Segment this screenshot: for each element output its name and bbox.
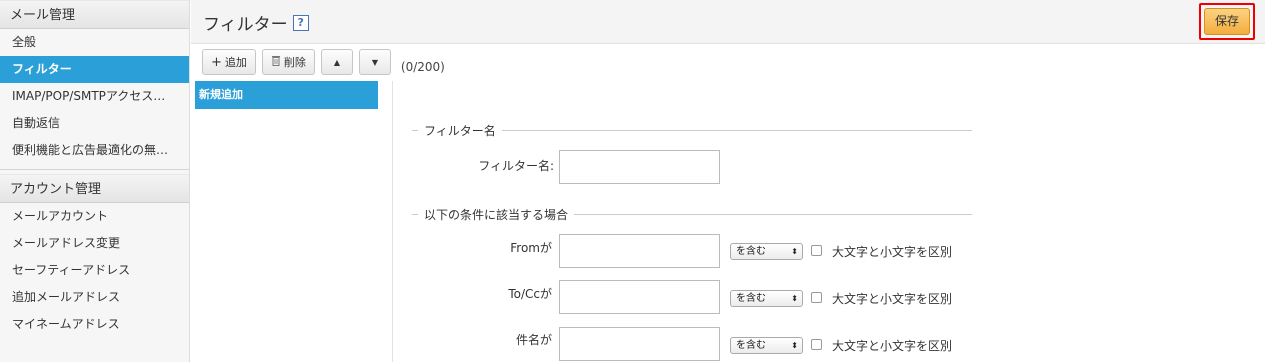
subject-input[interactable]	[559, 327, 720, 361]
triangle-up-icon: ▲	[333, 57, 340, 67]
to-cc-case-label: 大文字と小文字を区別	[832, 292, 953, 306]
page-title-wrap: フィルター ?	[203, 10, 309, 35]
filter-count: (0/200)	[400, 60, 445, 74]
delete-label: 削除	[283, 56, 306, 69]
from-case-checkbox[interactable]	[811, 245, 822, 256]
from-input[interactable]	[559, 234, 720, 268]
sidebar-header-mail: メール管理	[0, 0, 189, 29]
to-cc-input[interactable]	[559, 280, 720, 314]
sidebar-item-mail-account[interactable]: メールアカウント	[0, 203, 189, 230]
sidebar-item-autoreply[interactable]: 自動返信	[0, 110, 189, 137]
sidebar-header-account: アカウント管理	[0, 174, 189, 203]
sidebar-section-account: アカウント管理 メールアカウント メールアドレス変更 セーフティーアドレス 追加…	[0, 174, 189, 338]
save-button-highlight: 保存	[1199, 3, 1255, 40]
subject-label: 件名が	[515, 333, 552, 347]
operator-value: を含む	[736, 293, 766, 304]
from-case-label: 大文字と小文字を区別	[832, 245, 953, 259]
from-label: Fromが	[510, 241, 552, 255]
move-down-button[interactable]: ▼	[358, 49, 391, 75]
sidebar-item-myname-address[interactable]: マイネームアドレス	[0, 311, 189, 338]
from-operator-select[interactable]: を含む ⬍	[730, 243, 803, 260]
to-cc-operator-select[interactable]: を含む ⬍	[730, 290, 803, 307]
plus-icon: +	[211, 54, 222, 70]
add-filter-button[interactable]: + 追加	[202, 49, 256, 75]
filter-list: 新規追加	[195, 81, 378, 362]
triangle-down-icon: ▼	[371, 57, 378, 67]
section-filter-name: フィルター名	[412, 122, 972, 139]
section-title: 以下の条件に該当する場合	[424, 208, 569, 222]
to-cc-case-checkbox[interactable]	[811, 292, 822, 303]
filter-toolbar: + 追加 削除 ▲ ▼ (0/200)	[202, 47, 445, 77]
sidebar-item-address-change[interactable]: メールアドレス変更	[0, 230, 189, 257]
sidebar-item-general[interactable]: 全般	[0, 29, 189, 56]
section-conditions: 以下の条件に該当する場合	[412, 206, 972, 223]
subject-case-label: 大文字と小文字を区別	[832, 339, 953, 353]
section-title: フィルター名	[424, 124, 496, 138]
add-label: 追加	[224, 56, 247, 69]
delete-filter-button[interactable]: 削除	[261, 49, 315, 75]
sidebar-item-imap[interactable]: IMAP/POP/SMTPアクセス…	[0, 83, 189, 110]
page-header: フィルター ? 保存	[191, 0, 1265, 44]
select-arrows-icon: ⬍	[791, 294, 798, 303]
select-arrows-icon: ⬍	[791, 341, 798, 350]
sidebar-item-additional-address[interactable]: 追加メールアドレス	[0, 284, 189, 311]
page-title: フィルター	[203, 15, 288, 35]
operator-value: を含む	[736, 246, 766, 257]
filter-name-input[interactable]	[559, 150, 720, 184]
filter-name-label: フィルター名:	[478, 159, 554, 173]
sidebar-item-features[interactable]: 便利機能と広告最適化の無…	[0, 137, 189, 164]
trash-icon	[271, 55, 281, 69]
move-up-button[interactable]: ▲	[320, 49, 353, 75]
save-button[interactable]: 保存	[1204, 8, 1250, 35]
sidebar-section-mail: メール管理 全般 フィルター IMAP/POP/SMTPアクセス… 自動返信 便…	[0, 0, 189, 170]
help-icon[interactable]: ?	[292, 14, 309, 31]
operator-value: を含む	[736, 340, 766, 351]
subject-operator-select[interactable]: を含む ⬍	[730, 337, 803, 354]
sidebar-item-safety-address[interactable]: セーフティーアドレス	[0, 257, 189, 284]
sidebar-divider	[0, 164, 189, 170]
to-cc-label: To/Ccが	[508, 287, 552, 301]
panel-divider	[392, 81, 393, 362]
subject-case-checkbox[interactable]	[811, 339, 822, 350]
select-arrows-icon: ⬍	[791, 247, 798, 256]
sidebar-item-filter[interactable]: フィルター	[0, 56, 189, 83]
filter-list-item[interactable]: 新規追加	[195, 81, 378, 109]
sidebar: メール管理 全般 フィルター IMAP/POP/SMTPアクセス… 自動返信 便…	[0, 0, 190, 362]
